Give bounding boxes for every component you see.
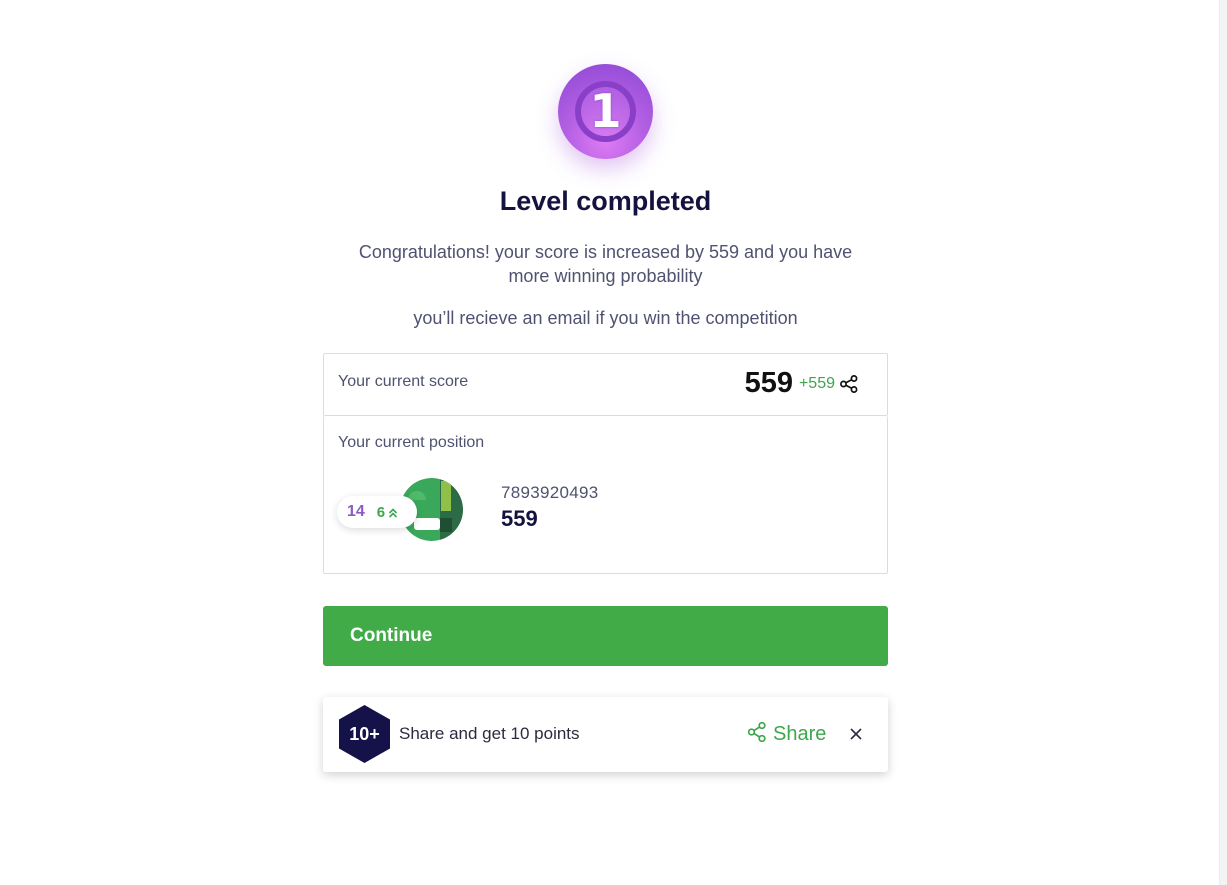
scrollbar[interactable] <box>1219 0 1227 885</box>
level-completed-page: 1 Level completed Congratulations! your … <box>0 0 1227 885</box>
share-banner: 10+ Share and get 10 points Share <box>323 697 888 772</box>
medal-level-number: 1 <box>589 83 622 138</box>
rank-change: 6 <box>376 503 386 521</box>
points-badge: 10+ <box>349 723 380 744</box>
rank-badge: 14 6 <box>337 496 417 528</box>
current-score-card: Your current score 559 +559 <box>323 353 888 416</box>
share-reward-text: Share and get 10 points <box>399 724 580 743</box>
medal-ring: 1 <box>575 81 636 142</box>
current-score-label: Your current score <box>338 373 469 390</box>
current-position-card: Your current position 14 6 7893920493 55… <box>323 416 888 574</box>
page-title: Level completed <box>499 186 712 216</box>
player-score: 559 <box>501 506 538 531</box>
continue-button[interactable]: Continue <box>323 606 888 666</box>
player-id: 7893920493 <box>501 483 599 502</box>
congratulations-text: Congratulations! your score is increased… <box>358 242 853 286</box>
level-medal: 1 <box>558 64 653 159</box>
email-note: you’ll recieve an email if you win the c… <box>413 308 798 328</box>
score-summary: 559 +559 <box>745 367 859 400</box>
share-icon <box>747 721 767 748</box>
rank-number: 14 <box>347 503 365 520</box>
current-score-value: 559 <box>744 367 793 399</box>
share-button-label: Share <box>773 723 827 745</box>
share-button[interactable]: Share <box>747 721 826 748</box>
double-chevron-up-icon <box>388 506 398 518</box>
close-icon[interactable] <box>848 726 864 742</box>
current-position-label: Your current position <box>338 434 485 451</box>
score-delta: +559 <box>798 374 835 392</box>
share-icon[interactable] <box>839 374 859 394</box>
